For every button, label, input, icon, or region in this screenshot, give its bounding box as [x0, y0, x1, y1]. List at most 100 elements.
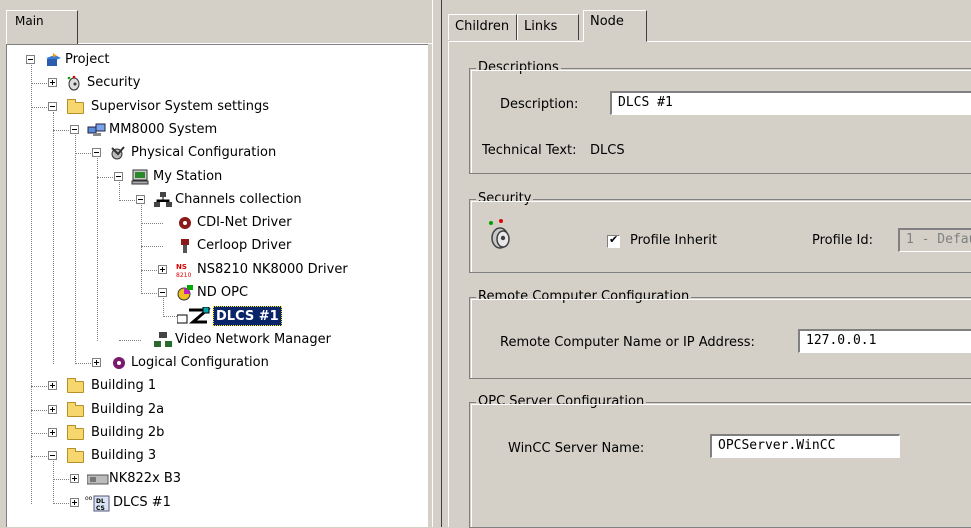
tree-node-label: NK822x B3 [109, 471, 182, 487]
tree-node[interactable]: My Station [7, 166, 427, 188]
tree-node[interactable]: NS 8210 NS8210 NK8000 Driver [7, 259, 427, 281]
tree-node-label: Physical Configuration [131, 145, 277, 161]
remote-computer-name-field[interactable]: 127.0.0.1 [798, 329, 971, 353]
tab-links[interactable]: Links [517, 14, 579, 40]
dlcs-icon [176, 306, 212, 324]
technical-text-label: Technical Text: [482, 143, 577, 158]
technical-text-value: DLCS [590, 143, 625, 158]
expand-icon[interactable] [70, 474, 79, 484]
cerloop-icon [175, 238, 193, 254]
station-icon [131, 169, 149, 185]
collapse-icon[interactable] [92, 148, 101, 158]
pane-splitter[interactable] [432, 0, 442, 527]
profile-inherit-label: Profile Inherit [630, 233, 717, 248]
folder-icon [67, 401, 84, 417]
ns8210-icon: NS 8210 [175, 262, 193, 279]
nk822x-icon [86, 471, 109, 487]
expand-icon[interactable] [70, 497, 79, 507]
profile-inherit-checkbox[interactable] [607, 233, 620, 248]
left-pane: Main Project Security Supervisor System se… [0, 0, 432, 527]
svg-text:8210: 8210 [176, 272, 191, 278]
expand-icon[interactable] [92, 357, 101, 367]
tree-node[interactable]: MM8000 System [7, 119, 427, 141]
tree-node-label: CDI-Net Driver [197, 215, 292, 231]
svg-text:oo: oo [85, 495, 93, 502]
collapse-icon[interactable] [70, 124, 79, 134]
tree-node[interactable]: Video Network Manager [7, 329, 427, 351]
collapse-icon[interactable] [158, 288, 167, 297]
folder-icon [67, 98, 84, 114]
remote-computer-group-title: Remote Computer Configuration [476, 289, 692, 305]
tree-node-label: Building 2b [91, 424, 165, 440]
tree-node-label: Building 1 [91, 378, 157, 394]
right-pane: Children Links Node Descriptions Descrip… [442, 0, 971, 528]
expand-icon[interactable] [48, 427, 57, 437]
tree-node[interactable]: Cerloop Driver [7, 235, 427, 257]
wincc-server-name-field[interactable]: OPCServer.WinCC [710, 434, 900, 458]
tree-node-label: Project [65, 52, 110, 67]
tree-node[interactable]: ND OPC [7, 282, 427, 304]
tree-node[interactable]: Security [7, 72, 427, 94]
collapse-icon[interactable] [48, 451, 57, 461]
tree-node[interactable]: Building 2b [7, 422, 427, 444]
opc-icon [175, 285, 193, 301]
tree-node-label: Building 2a [91, 401, 165, 417]
tree-node[interactable]: DLCS #1 [7, 305, 427, 327]
tree-node[interactable]: NK822x B3 [7, 468, 427, 490]
descriptions-group-title: Descriptions [476, 60, 561, 76]
project-tree[interactable]: Project Security Supervisor System setting… [6, 44, 428, 527]
tree-node[interactable]: oo DL CS DLCS #1 [7, 492, 427, 514]
tree-node-label: DLCS #1 [113, 494, 171, 510]
tree-node[interactable]: Supervisor System settings [7, 96, 427, 118]
svg-text:CS: CS [96, 505, 105, 512]
wincc-server-name-label: WinCC Server Name: [508, 441, 645, 456]
tree-node-label: Cerloop Driver [197, 238, 292, 254]
descriptions-group: Descriptions Description: DLCS #1 Techni… [469, 60, 971, 174]
opc-server-group: OPC Server Configuration WinCC Server Na… [469, 394, 971, 528]
security-group: Security Profile Inherit Profile Id: 1 -… [469, 191, 971, 273]
remote-computer-group: Remote Computer Configuration Remote Com… [469, 289, 971, 379]
driver-icon [175, 215, 193, 231]
system-icon [87, 122, 106, 138]
tree-node-label: ND OPC [197, 285, 249, 300]
profile-id-label: Profile Id: [812, 233, 874, 248]
tree-node[interactable]: Logical Configuration [7, 352, 427, 374]
tree-node-label: Channels collection [175, 191, 302, 207]
left-tab-bar: Main [0, 0, 432, 44]
tree-node-label: Building 3 [91, 448, 157, 464]
security-key-icon [486, 218, 516, 252]
collapse-icon[interactable] [136, 194, 145, 204]
expand-icon[interactable] [48, 78, 57, 88]
tree-node[interactable]: Project [7, 49, 427, 71]
channels-icon [153, 191, 172, 208]
folder-icon [67, 448, 84, 464]
tree-node-label: Security [87, 75, 141, 91]
tree-node[interactable]: Building 3 [7, 445, 427, 467]
tree-node[interactable]: CDI-Net Driver [7, 212, 427, 234]
collapse-icon[interactable] [26, 55, 35, 64]
tree-node-label: Supervisor System settings [91, 98, 270, 114]
tree-node-label: NS8210 NK8000 Driver [197, 261, 348, 277]
tree-node[interactable]: Physical Configuration [7, 142, 427, 164]
tree-node[interactable]: Building 1 [7, 375, 427, 397]
security-group-title: Security [476, 191, 534, 207]
collapse-icon[interactable] [48, 101, 57, 111]
description-field[interactable]: DLCS #1 [610, 91, 971, 115]
tree-node-label: DLCS #1 [213, 306, 282, 327]
physical-config-icon [109, 145, 127, 161]
tab-node[interactable]: Node [583, 10, 647, 42]
opc-server-group-title: OPC Server Configuration [476, 394, 647, 410]
tree-node[interactable]: Building 2a [7, 399, 427, 421]
expand-icon[interactable] [48, 404, 57, 414]
expand-icon[interactable] [158, 264, 167, 274]
tree-connector [141, 246, 163, 248]
tab-children[interactable]: Children [448, 14, 517, 40]
tree-node-label: Logical Configuration [131, 354, 269, 370]
tree-node[interactable]: Channels collection [7, 189, 427, 211]
tree-node-label: Video Network Manager [175, 331, 331, 347]
collapse-icon[interactable] [114, 171, 123, 181]
expand-icon[interactable] [48, 381, 57, 391]
tab-main[interactable]: Main [6, 10, 78, 44]
description-label: Description: [500, 97, 579, 112]
tree-node-label: MM8000 System [109, 121, 218, 137]
